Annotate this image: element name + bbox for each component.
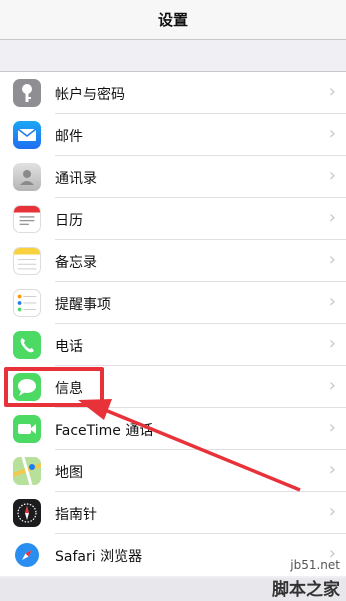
reminders-icon — [13, 289, 41, 317]
notes-icon — [13, 247, 41, 275]
chevron-right-icon: › — [328, 249, 336, 270]
chevron-right-icon: › — [328, 123, 336, 144]
settings-row-compass[interactable]: 指南针 › — [0, 492, 346, 534]
row-label: 帐户与密码 — [55, 87, 125, 103]
settings-row-maps[interactable]: 地图 › — [0, 450, 346, 492]
chevron-right-icon: › — [328, 459, 336, 480]
row-label: FaceTime 通话 — [55, 423, 154, 439]
chevron-right-icon: › — [328, 333, 336, 354]
key-icon — [13, 79, 41, 107]
phone-icon — [13, 331, 41, 359]
chevron-right-icon: › — [328, 165, 336, 186]
calendar-icon — [13, 205, 41, 233]
row-label: 提醒事项 — [55, 297, 111, 313]
row-label: 电话 — [55, 339, 83, 355]
mail-icon — [13, 121, 41, 149]
row-label: 指南针 — [55, 507, 97, 523]
settings-row-accounts[interactable]: 帐户与密码 › — [0, 72, 346, 114]
safari-icon — [13, 541, 41, 569]
highlight-box — [4, 367, 104, 407]
row-label: 通讯录 — [55, 171, 97, 187]
settings-row-reminders[interactable]: 提醒事项 › — [0, 282, 346, 324]
settings-row-mail[interactable]: 邮件 › — [0, 114, 346, 156]
chevron-right-icon: › — [328, 375, 336, 396]
chevron-right-icon: › — [328, 207, 336, 228]
chevron-right-icon: › — [328, 501, 336, 522]
settings-row-contacts[interactable]: 通讯录 › — [0, 156, 346, 198]
chevron-right-icon: › — [328, 291, 336, 312]
facetime-icon — [13, 415, 41, 443]
settings-row-notes[interactable]: 备忘录 › — [0, 240, 346, 282]
maps-icon — [13, 457, 41, 485]
row-label: Safari 浏览器 — [55, 549, 143, 565]
chevron-right-icon: › — [328, 417, 336, 438]
settings-row-phone[interactable]: 电话 › — [0, 324, 346, 366]
row-label: 备忘录 — [55, 255, 97, 271]
row-label: 邮件 — [55, 129, 83, 145]
settings-list: 帐户与密码 › 邮件 › 通讯录 › 日历 › 备忘录 › 提醒事项 › 电话 … — [0, 71, 346, 576]
contacts-icon — [13, 163, 41, 191]
row-label: 地图 — [55, 465, 83, 481]
row-label: 日历 — [55, 213, 83, 229]
compass-icon — [13, 499, 41, 527]
settings-row-facetime[interactable]: FaceTime 通话 › — [0, 408, 346, 450]
nav-bar: 设置 — [0, 0, 346, 40]
settings-row-calendar[interactable]: 日历 › — [0, 198, 346, 240]
watermark-url: jb51.net — [290, 558, 340, 572]
page-title: 设置 — [157, 11, 188, 29]
chevron-right-icon: › — [328, 81, 336, 102]
watermark-name: 脚本之家 — [272, 580, 340, 600]
